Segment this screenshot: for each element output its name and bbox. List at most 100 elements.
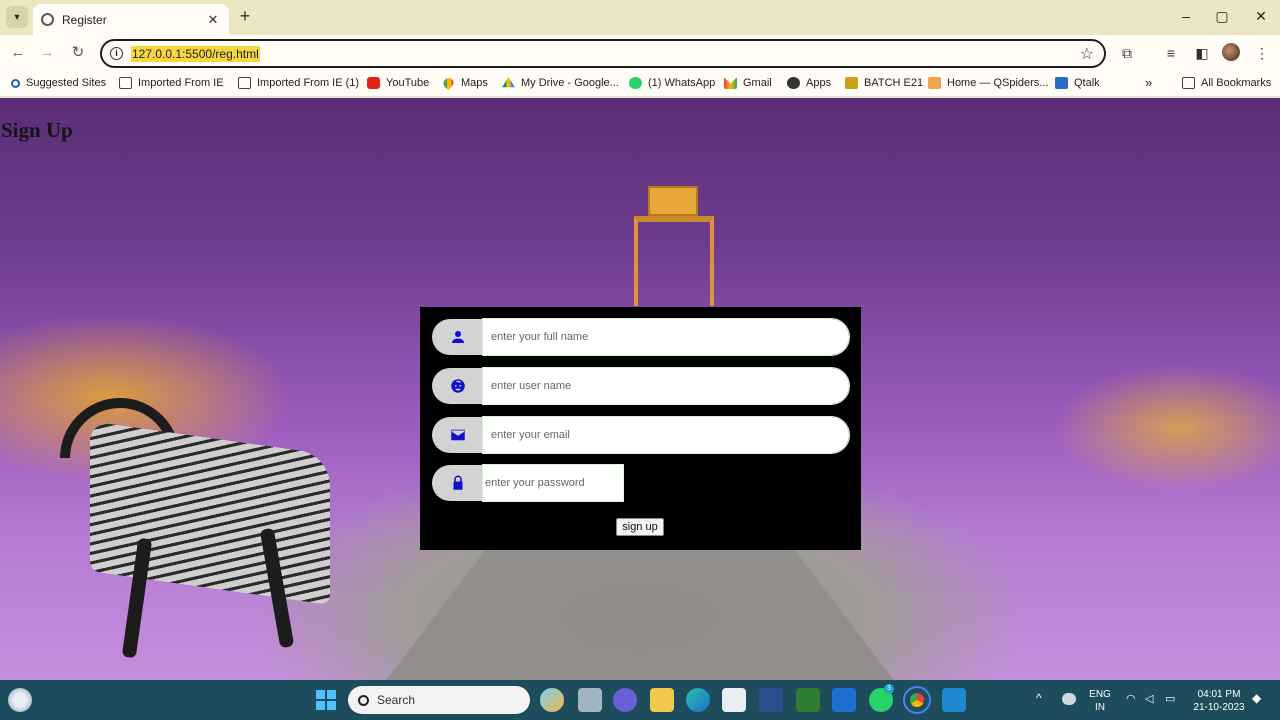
profile-avatar[interactable] bbox=[1222, 43, 1240, 61]
bookmark-label: BATCH E21 bbox=[864, 77, 924, 89]
bookmark-qtalk[interactable]: Qtalk bbox=[1055, 77, 1100, 89]
onedrive-icon[interactable] bbox=[1062, 693, 1076, 705]
bookmark-qspiders[interactable]: Home — QSpiders... bbox=[928, 77, 1048, 89]
bookmark-label: Apps bbox=[806, 77, 832, 89]
folder-icon bbox=[1182, 77, 1195, 89]
edge-icon[interactable] bbox=[686, 688, 710, 712]
app-plus-icon[interactable] bbox=[796, 688, 820, 712]
store-icon[interactable] bbox=[722, 688, 746, 712]
bookmark-imported-ie[interactable]: Imported From IE bbox=[119, 77, 224, 89]
language-indicator[interactable]: ENG IN bbox=[1088, 688, 1112, 714]
task-view-icon[interactable] bbox=[578, 688, 602, 712]
bookmark-youtube[interactable]: YouTube bbox=[367, 77, 429, 89]
bookmark-label: Imported From IE (1) bbox=[257, 77, 360, 89]
bookmark-label: Gmail bbox=[743, 77, 772, 89]
windows-taskbar: Search 3 ^ ENG IN ◠ ◁ ▭ 04:01 PM 21-10-2… bbox=[0, 680, 1280, 720]
qtalk-icon bbox=[1055, 77, 1068, 89]
bookmark-imported-ie-1[interactable]: Imported From IE (1) bbox=[238, 77, 359, 89]
maximize-icon[interactable]: ▢ bbox=[1212, 8, 1232, 25]
password-input[interactable] bbox=[482, 464, 624, 502]
bookmark-label: Imported From IE bbox=[138, 77, 224, 89]
search-icon bbox=[358, 694, 369, 706]
signup-button[interactable]: sign up bbox=[616, 518, 664, 536]
tab-search-chevron-icon[interactable]: ▾ bbox=[6, 6, 28, 28]
copilot-icon[interactable] bbox=[540, 688, 564, 712]
minimize-icon[interactable]: – bbox=[1176, 8, 1196, 24]
mail-icon bbox=[432, 417, 484, 453]
maps-icon bbox=[441, 75, 456, 91]
time-label: 04:01 PM bbox=[1197, 689, 1241, 700]
folder-icon bbox=[238, 77, 251, 89]
person-icon bbox=[432, 319, 484, 355]
region-label: IN bbox=[1095, 702, 1105, 713]
close-tab-icon[interactable]: ✕ bbox=[205, 12, 221, 28]
date-label: 21-10-2023 bbox=[1193, 702, 1245, 713]
bookmark-drive[interactable]: My Drive - Google... bbox=[502, 77, 619, 89]
media-control-icon[interactable]: ≡ bbox=[1162, 44, 1180, 62]
bookmark-label: YouTube bbox=[386, 77, 430, 89]
vscode-icon[interactable] bbox=[942, 688, 966, 712]
back-arrow-icon[interactable]: ← bbox=[9, 44, 27, 62]
taskbar-search-label: Search bbox=[377, 693, 416, 707]
gmail-icon bbox=[724, 77, 737, 89]
notification-bell-icon[interactable]: ◆ bbox=[1252, 692, 1261, 705]
teams-icon[interactable] bbox=[613, 688, 637, 712]
bookmarks-bar: Suggested Sites Imported From IE Importe… bbox=[0, 72, 1280, 97]
bookmark-label: Suggested Sites bbox=[26, 77, 107, 89]
username-input[interactable] bbox=[482, 367, 850, 405]
address-bar[interactable]: i 127.0.0.1:5500/reg.html ☆ bbox=[100, 39, 1106, 68]
url-text[interactable]: 127.0.0.1:5500/reg.html bbox=[131, 46, 260, 62]
file-explorer-icon[interactable] bbox=[650, 688, 674, 712]
face-icon bbox=[432, 368, 484, 404]
wifi-icon[interactable]: ◠ bbox=[1126, 693, 1136, 706]
chrome-icon[interactable] bbox=[903, 686, 931, 714]
bookmarks-overflow-chevron-icon[interactable]: » bbox=[1145, 75, 1152, 90]
qspiders-icon bbox=[928, 77, 941, 89]
search-icon bbox=[11, 78, 20, 88]
windows-start-icon[interactable] bbox=[316, 690, 336, 710]
reload-icon[interactable]: ↻ bbox=[69, 44, 87, 62]
weather-icon[interactable] bbox=[8, 688, 32, 712]
park-bench bbox=[60, 398, 360, 659]
bookmark-label: (1) WhatsApp bbox=[648, 77, 716, 89]
bookmark-batch-e21[interactable]: BATCH E21 bbox=[845, 77, 923, 89]
whatsapp-icon bbox=[629, 77, 642, 89]
snipping-tool-icon[interactable] bbox=[759, 688, 783, 712]
speaker-icon[interactable]: ◁ bbox=[1145, 693, 1153, 706]
new-tab-plus-icon[interactable]: + bbox=[236, 7, 254, 25]
whatsapp-badge: 3 bbox=[884, 684, 894, 694]
language-label: ENG bbox=[1089, 689, 1111, 700]
extensions-puzzle-icon[interactable]: ⧉ bbox=[1118, 44, 1136, 62]
garden-chair bbox=[648, 186, 698, 216]
taskbar-search[interactable]: Search bbox=[348, 686, 530, 714]
bookmark-gmail[interactable]: Gmail bbox=[724, 77, 772, 89]
batch-icon bbox=[845, 77, 858, 89]
email-input[interactable] bbox=[482, 416, 850, 454]
bookmark-label: Qtalk bbox=[1074, 77, 1100, 89]
battery-icon[interactable]: ▭ bbox=[1165, 693, 1175, 706]
kebab-menu-icon[interactable]: ⋮ bbox=[1253, 44, 1271, 62]
fullname-input[interactable] bbox=[482, 318, 850, 356]
bookmark-star-icon[interactable]: ☆ bbox=[1080, 44, 1094, 64]
site-info-icon[interactable]: i bbox=[110, 47, 123, 60]
bookmark-suggested-sites[interactable]: Suggested Sites bbox=[11, 77, 106, 89]
side-panel-icon[interactable]: ◧ bbox=[1193, 44, 1211, 62]
bookmark-apps[interactable]: Apps bbox=[787, 77, 831, 89]
clock[interactable]: 04:01 PM 21-10-2023 bbox=[1188, 688, 1250, 714]
tab-title: Register bbox=[62, 12, 107, 27]
tray-overflow-chevron-icon[interactable]: ^ bbox=[1036, 692, 1042, 705]
bookmark-label: My Drive - Google... bbox=[521, 77, 619, 89]
chair-legs bbox=[634, 216, 714, 306]
bookmark-label: Maps bbox=[461, 77, 488, 89]
close-window-icon[interactable]: ✕ bbox=[1251, 8, 1271, 25]
folder-icon bbox=[119, 77, 132, 89]
all-bookmarks[interactable]: All Bookmarks bbox=[1182, 77, 1271, 89]
page-background: Sign Up sign up bbox=[0, 98, 1280, 680]
bookmark-maps[interactable]: Maps bbox=[441, 75, 488, 91]
forward-arrow-icon[interactable]: → bbox=[38, 44, 56, 62]
outlook-icon[interactable] bbox=[832, 688, 856, 712]
all-bookmarks-label: All Bookmarks bbox=[1201, 77, 1272, 89]
bookmark-whatsapp[interactable]: (1) WhatsApp bbox=[629, 77, 715, 89]
signup-form: sign up bbox=[420, 307, 861, 550]
tab-register[interactable]: Register ✕ bbox=[33, 4, 229, 35]
